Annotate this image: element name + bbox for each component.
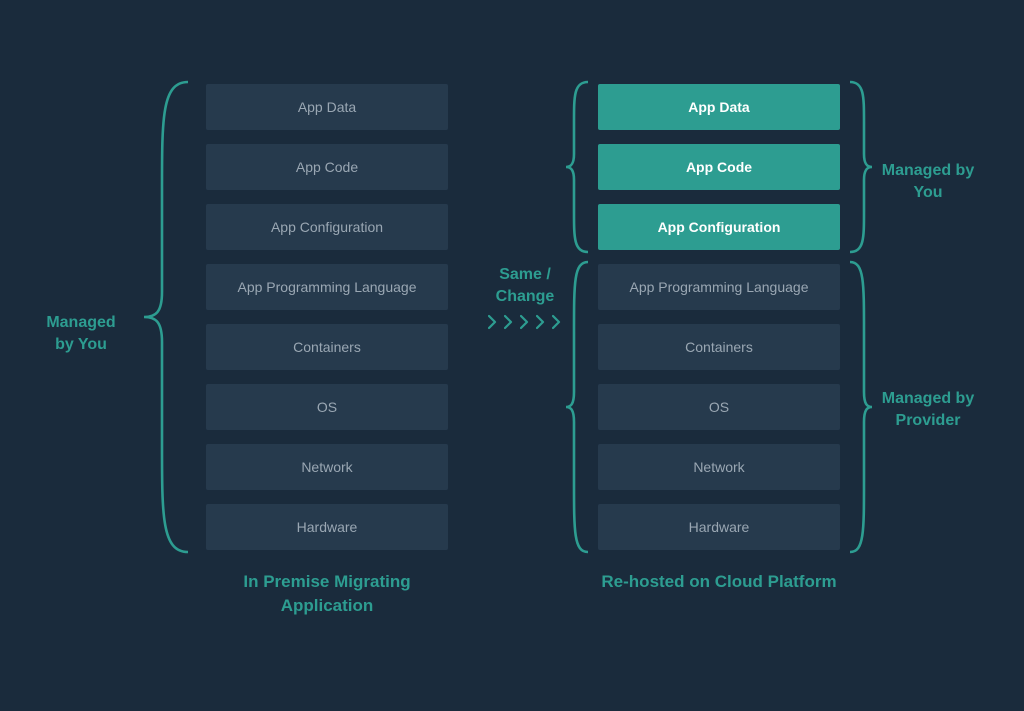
right-bot-right-brace-icon	[846, 258, 876, 556]
left-layer: App Programming Language	[206, 264, 448, 310]
left-layer: Containers	[206, 324, 448, 370]
right-layer: OS	[598, 384, 840, 430]
right-layer: Containers	[598, 324, 840, 370]
center-line2: Change	[496, 288, 555, 305]
left-layer: App Configuration	[206, 204, 448, 250]
left-layer: Network	[206, 444, 448, 490]
right-top-right-brace-icon	[846, 78, 876, 256]
right-top-label: Managed by You	[878, 160, 978, 205]
left-stack: App Data App Code App Configuration App …	[206, 84, 448, 550]
chevron-right-icon	[488, 314, 498, 330]
right-bot-left-brace-icon	[562, 258, 592, 556]
chevron-right-icon	[536, 314, 546, 330]
right-stack: App Data App Code App Configuration App …	[598, 84, 840, 550]
left-layer: App Code	[206, 144, 448, 190]
chevron-right-icon	[504, 314, 514, 330]
left-caption: In Premise Migrating Application	[206, 570, 448, 618]
chevron-right-icon	[552, 314, 562, 330]
right-bot-label: Managed by Provider	[878, 388, 978, 433]
left-layer: App Data	[206, 84, 448, 130]
cloud-migration-diagram: App Data App Code App Configuration App …	[0, 0, 1024, 711]
left-label: Managed by You	[36, 312, 126, 357]
right-layer: Network	[598, 444, 840, 490]
right-top-left-brace-icon	[562, 78, 592, 256]
right-caption: Re-hosted on Cloud Platform	[598, 570, 840, 594]
left-layer: Hardware	[206, 504, 448, 550]
right-layer: App Configuration	[598, 204, 840, 250]
right-layer: App Data	[598, 84, 840, 130]
left-brace-icon	[138, 78, 194, 556]
right-layer: App Programming Language	[598, 264, 840, 310]
left-layer: OS	[206, 384, 448, 430]
chevron-right-icon	[520, 314, 530, 330]
right-layer: App Code	[598, 144, 840, 190]
center-line1: Same /	[499, 266, 551, 283]
right-layer: Hardware	[598, 504, 840, 550]
